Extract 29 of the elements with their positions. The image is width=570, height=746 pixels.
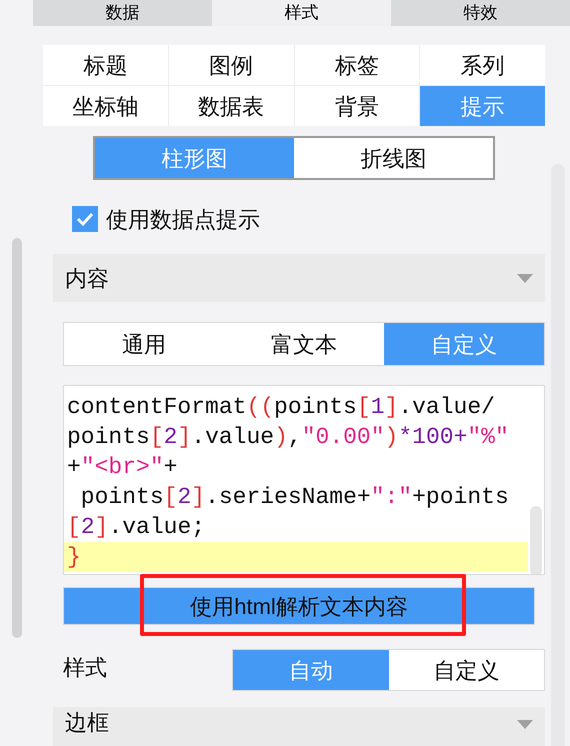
style-tab[interactable]: 图例 [168, 45, 294, 85]
checkbox-label: 使用数据点提示 [106, 206, 260, 234]
scrollbar-thumb[interactable] [12, 238, 22, 638]
code-line: +"<br>"+ [66, 453, 178, 482]
style-tab[interactable]: 坐标轴 [43, 86, 168, 126]
style-tab[interactable]: 背景 [294, 86, 420, 126]
code-editor[interactable]: contentFormat((points[1].value/ points[2].value),"0.00")*100+"%" +"<br>"+ points[2].seriesName+":"+points [2].value; } [63, 385, 545, 575]
section-title: 边框 [65, 710, 109, 736]
panel-tab[interactable]: 特效 [391, 0, 570, 26]
chart-type-tab[interactable]: 折线图 [294, 138, 493, 178]
style-tab[interactable]: 标题 [43, 45, 168, 85]
section-header[interactable]: 边框 [53, 707, 545, 746]
scrollbar-thumb[interactable] [530, 506, 542, 574]
style-tab[interactable]: 数据表 [168, 86, 294, 126]
code-line: points[2].seriesName+":"+points [80, 483, 510, 512]
code-line: contentFormat((points[1].value/ [66, 393, 496, 422]
panel-tab[interactable]: 数据 [33, 0, 212, 26]
style-tab[interactable]: 系列 [420, 45, 545, 85]
style-label: 样式 [63, 654, 107, 682]
dropdown-caret-icon[interactable] [517, 720, 533, 729]
section-header[interactable]: 内容 [53, 254, 545, 302]
dropdown-caret-icon[interactable] [517, 274, 533, 282]
section-title: 内容 [65, 264, 109, 292]
code-line: points[2].value),"0.00")*100+"%" [66, 423, 510, 452]
html-parse-button[interactable]: 使用html解析文本内容 [63, 587, 535, 625]
checkbox[interactable] [72, 206, 98, 232]
code-line: [2].value; [66, 513, 206, 542]
style-tab[interactable]: 标签 [294, 45, 420, 85]
checkmark-icon [76, 212, 94, 226]
